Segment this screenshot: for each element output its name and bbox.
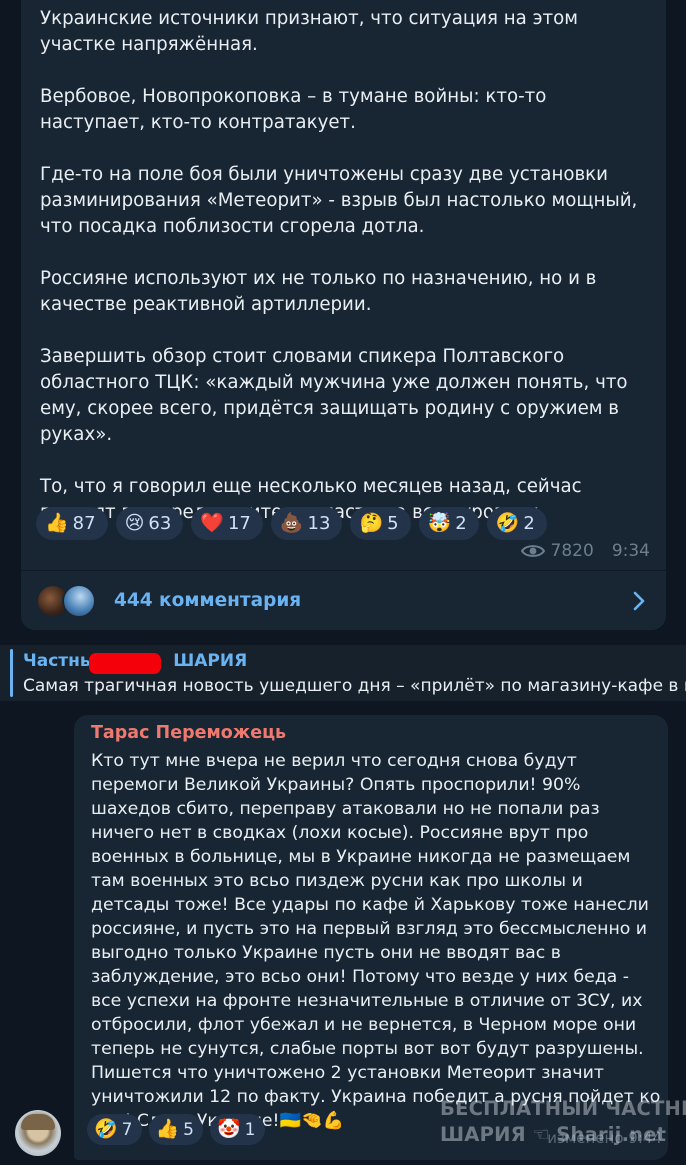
reaction-count: 2 xyxy=(455,513,467,534)
post-paragraph: Россияне используют их не только по назн… xyxy=(40,268,597,315)
avatar xyxy=(62,583,96,618)
quote-bar xyxy=(10,649,13,697)
reaction-poop[interactable]: 💩 13 xyxy=(270,507,343,540)
avatar-hat xyxy=(21,1114,55,1130)
view-count: 7820 xyxy=(550,541,594,561)
thumbs-up-icon: 👍 xyxy=(45,512,69,534)
reaction-heart[interactable]: ❤️ 17 xyxy=(191,507,263,540)
crying-face-icon: 😢 xyxy=(124,512,145,534)
comment-text: Кто тут мне вчера не верил что сегодня с… xyxy=(91,751,661,1131)
reaction-count: 5 xyxy=(387,513,399,534)
thinking-face-icon: 🤔 xyxy=(359,512,384,534)
reaction-count: 13 xyxy=(307,513,331,534)
post-paragraph: Украинские источники признают, что ситуа… xyxy=(40,8,578,55)
redaction-mark xyxy=(89,653,161,674)
comment-reactions: 🤣 7 👍 5 🤡 1 xyxy=(87,1114,265,1145)
clown-face-icon: 🤡 xyxy=(217,1118,241,1140)
quote-title-end: ШАРИЯ xyxy=(173,651,248,671)
comment-bubble: Тарас Переможець Кто тут мне вчера не ве… xyxy=(74,715,668,1160)
watermark-site: Sharij.net xyxy=(556,1123,667,1146)
heart-icon: ❤️ xyxy=(200,512,224,534)
post-meta: 7820 9:34 xyxy=(520,541,650,561)
post-text: Украинские источники признают, что ситуа… xyxy=(40,6,655,526)
commenter-avatars xyxy=(36,583,106,618)
reaction-count: 2 xyxy=(523,513,535,534)
rofl-icon: 🤣 xyxy=(495,512,520,534)
commenter-avatar[interactable] xyxy=(15,1110,61,1156)
comments-button[interactable]: 444 комментария xyxy=(21,571,666,630)
watermark: БЕСПЛАТНЫЙ ЧАСТНЫЙ ШАРИЯ ☜ Sharij.net xyxy=(440,1096,686,1148)
comment-author[interactable]: Тарас Переможець xyxy=(91,723,286,743)
reaction-thinking[interactable]: 🤔 5 xyxy=(350,507,411,540)
quote-snippet: Самая трагичная новость ушедшего дня – «… xyxy=(23,676,686,696)
exploding-head-icon: 🤯 xyxy=(427,512,452,534)
reaction-thumbs-up[interactable]: 👍 87 xyxy=(36,507,108,540)
reaction-thumbs-up[interactable]: 👍 5 xyxy=(148,1114,203,1145)
pointing-hand-icon: ☜ xyxy=(525,1123,557,1146)
eye-icon xyxy=(520,545,545,557)
quote-title-start: Частны xyxy=(23,651,96,671)
reaction-count: 5 xyxy=(183,1119,194,1140)
post-paragraph: Вербовое, Новопрокоповка – в тумане войн… xyxy=(40,86,547,133)
channel-post: Украинские источники признают, что ситуа… xyxy=(21,0,666,630)
post-time: 9:34 xyxy=(611,541,650,561)
reaction-exploding-head[interactable]: 🤯 2 xyxy=(418,507,479,540)
reaction-count: 1 xyxy=(244,1119,256,1140)
reaction-count: 63 xyxy=(148,513,172,534)
reaction-rofl[interactable]: 🤣 7 xyxy=(87,1114,142,1145)
reaction-count: 7 xyxy=(121,1119,133,1140)
poop-icon: 💩 xyxy=(279,512,304,534)
thumbs-up-icon: 👍 xyxy=(155,1118,180,1140)
chevron-right-icon xyxy=(633,591,645,611)
chat-view: Украинские источники признают, что ситуа… xyxy=(0,0,686,1165)
post-reactions: 👍 87 😢 63 ❤️ 17 💩 13 🤔 5 🤯 2 🤣 2 xyxy=(36,507,547,540)
reply-quote[interactable]: Частны ШАРИЯ Самая трагичная новость ушед… xyxy=(0,645,686,701)
rofl-icon: 🤣 xyxy=(94,1118,118,1140)
watermark-line1: БЕСПЛАТНЫЙ ЧАСТНЫЙ xyxy=(440,1097,686,1120)
reaction-count: 87 xyxy=(72,513,96,534)
post-paragraph: Где-то на поле боя были уничтожены сразу… xyxy=(40,164,638,237)
reaction-count: 17 xyxy=(227,513,251,534)
reaction-rofl[interactable]: 🤣 2 xyxy=(486,507,547,540)
post-paragraph: Завершить обзор стоит словами спикера По… xyxy=(40,346,628,445)
watermark-line2: ШАРИЯ xyxy=(440,1123,526,1146)
reaction-crying[interactable]: 😢 63 xyxy=(115,507,184,540)
comments-count-label: 444 комментария xyxy=(114,590,302,611)
reaction-clown[interactable]: 🤡 1 xyxy=(210,1114,265,1145)
